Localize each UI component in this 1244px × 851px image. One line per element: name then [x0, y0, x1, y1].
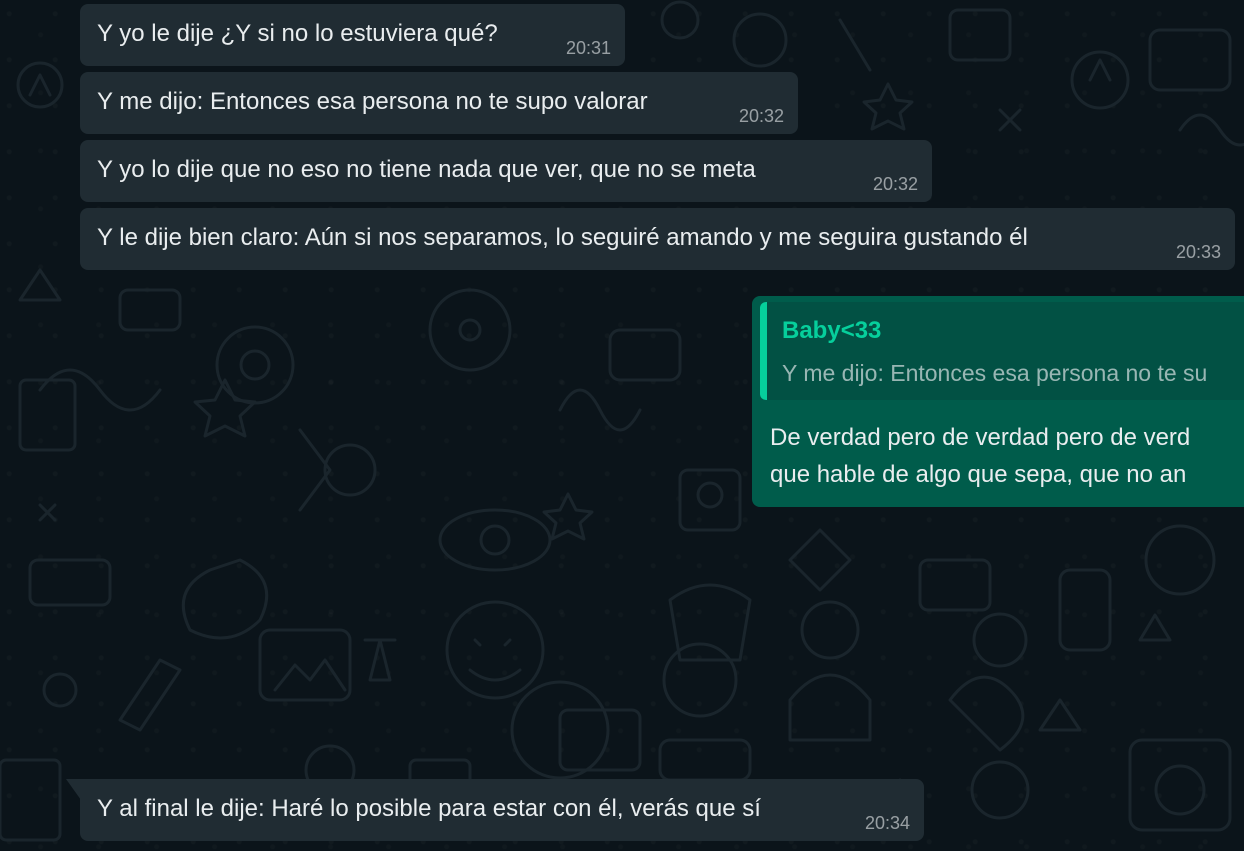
message-text: Y yo lo dije que no eso no tiene nada qu… [97, 156, 756, 183]
quote-accent-bar [760, 302, 767, 400]
incoming-message[interactable]: Y yo le dije ¿Y si no lo estuviera qué? … [80, 4, 625, 66]
incoming-message[interactable]: Y le dije bien claro: Aún si nos separam… [80, 208, 1235, 270]
message-time: 20:32 [738, 106, 784, 126]
message-time: 20:32 [872, 174, 918, 194]
incoming-message[interactable]: Y al final le dije: Haré lo posible para… [80, 779, 924, 841]
incoming-message[interactable]: Y yo lo dije que no eso no tiene nada qu… [80, 140, 932, 202]
incoming-message[interactable]: Y me dijo: Entonces esa persona no te su… [80, 72, 798, 134]
message-text-line-2: que hable de algo que sepa, que no an [770, 461, 1187, 488]
bubble-tail [66, 779, 81, 800]
chat-panel[interactable]: Y yo le dije ¿Y si no lo estuviera qué? … [0, 0, 1244, 851]
message-time: 20:34 [864, 813, 910, 833]
message-text-line-1: De verdad pero de verdad pero de verd [770, 424, 1191, 451]
outgoing-reply-message[interactable]: Baby<33 Y me dijo: Entonces esa persona … [752, 296, 1244, 507]
message-text: Y le dije bien claro: Aún si nos separam… [97, 224, 1028, 251]
quoted-text: Y me dijo: Entonces esa persona no te su [782, 360, 1208, 386]
message-time: 20:31 [565, 38, 611, 58]
message-text: Y al final le dije: Haré lo posible para… [97, 795, 761, 822]
quoted-author: Baby<33 [782, 317, 882, 344]
quoted-message[interactable]: Baby<33 Y me dijo: Entonces esa persona … [760, 302, 1244, 400]
message-text: Y yo le dije ¿Y si no lo estuviera qué? [97, 20, 498, 47]
message-time: 20:33 [1175, 242, 1221, 262]
message-text: Y me dijo: Entonces esa persona no te su… [97, 88, 648, 115]
